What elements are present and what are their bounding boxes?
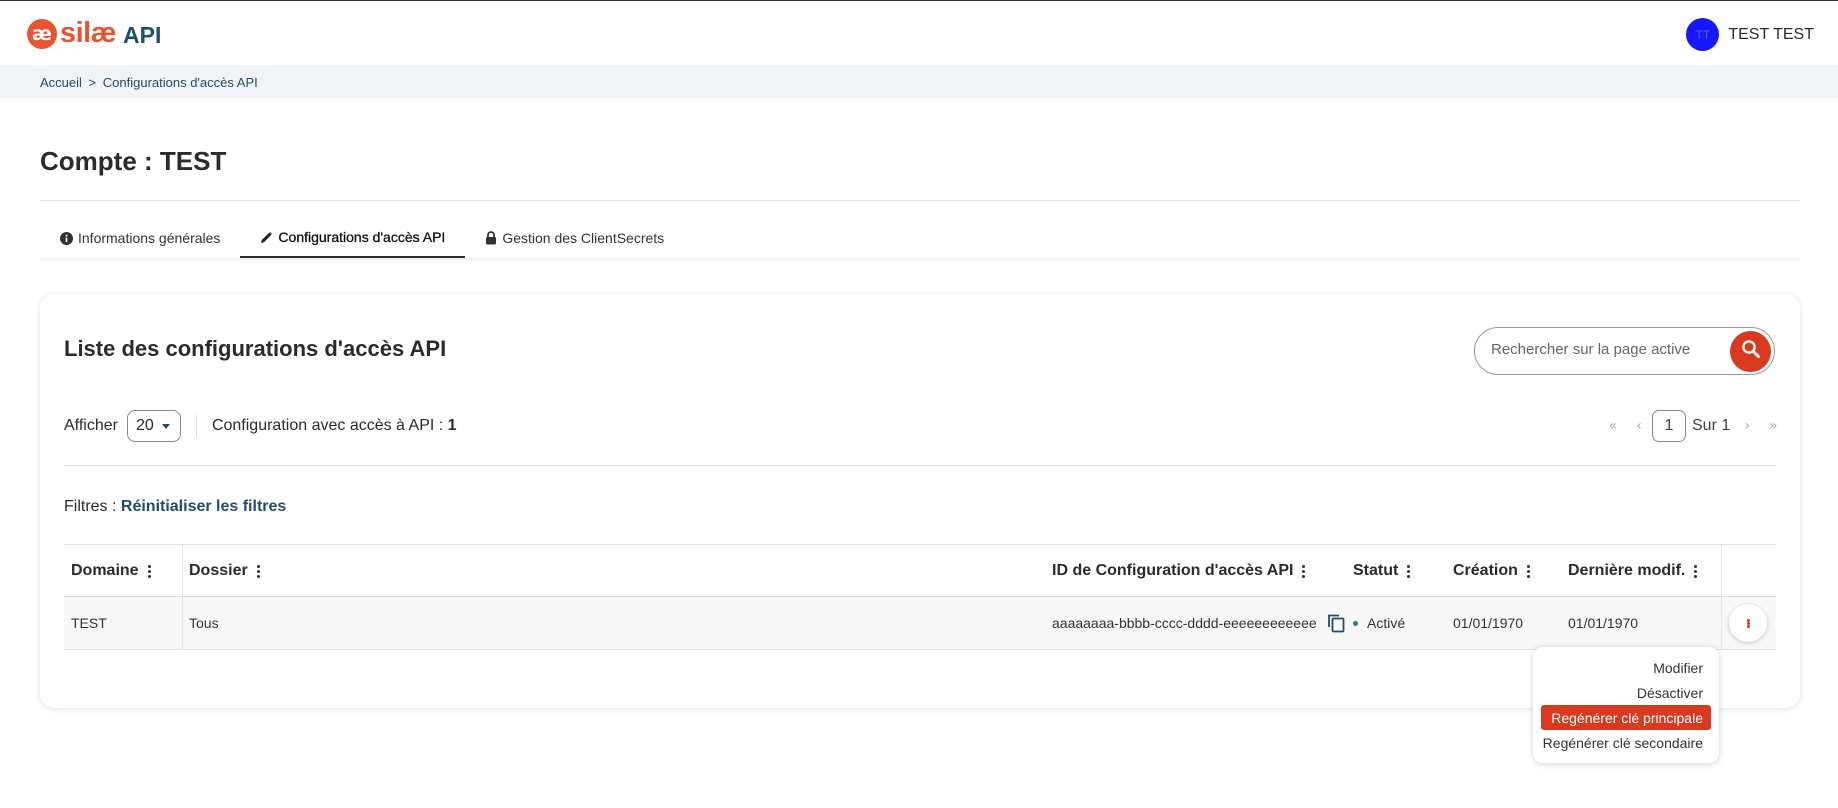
column-header-label: Dernière modif. — [1568, 562, 1686, 579]
config-count-label: Configuration avec accès à API : — [211, 417, 448, 434]
divider — [195, 415, 197, 437]
column-header-config-id[interactable]: ID de Configuration d'accès API — [1052, 545, 1306, 597]
show-label: Afficher — [64, 417, 118, 434]
search-button[interactable] — [1730, 331, 1771, 372]
search-input[interactable] — [1491, 341, 1711, 358]
column-menu-icon[interactable] — [256, 564, 260, 578]
column-header-label: ID de Configuration d'accès API — [1052, 562, 1294, 579]
silae-logo-text: silæ — [60, 17, 117, 49]
cell-derniere-modif: 01/01/1970 — [1568, 615, 1639, 631]
filters-label: Filtres : — [64, 498, 121, 515]
menu-item-desactiver[interactable]: Désactiver — [1541, 680, 1711, 705]
menu-item-modifier[interactable]: Modifier — [1541, 655, 1711, 680]
pencil-icon — [260, 231, 273, 244]
column-header-derniere-modif[interactable]: Dernière modif. — [1568, 545, 1698, 597]
breadcrumb: Accueil > Configurations d'accès API — [40, 75, 258, 90]
cell-statut: Activé — [1353, 597, 1405, 649]
silae-logo[interactable]: æ silæ API — [27, 17, 161, 50]
table-header: Domaine Dossier ID de Configuration d'ac… — [64, 544, 1776, 597]
section-divider — [64, 465, 1776, 466]
silae-logo-mark: æ — [27, 18, 57, 49]
top-navbar: æ silæ API TT TEST TEST — [0, 0, 1838, 65]
user-name[interactable]: TEST TEST — [1728, 26, 1814, 44]
breadcrumb-home-link[interactable]: Accueil — [40, 75, 82, 90]
menu-item-regenerer-cle-secondaire[interactable]: Regénérer clé secondaire — [1541, 730, 1711, 755]
tab-general-info[interactable]: Informations générales — [40, 218, 240, 258]
config-id-value: aaaaaaaa-bbbb-cccc-dddd-eeeeeeeeeeee — [1052, 615, 1317, 631]
reset-filters-link[interactable]: Réinitialiser les filtres — [121, 498, 286, 515]
cell-creation: 01/01/1970 — [1453, 615, 1524, 631]
filters-bar: Filtres : Réinitialiser les filtres — [64, 498, 286, 516]
tab-client-secrets[interactable]: Gestion des ClientSecrets — [465, 218, 684, 258]
table-row[interactable]: TEST Tous aaaaaaaa-bbbb-cccc-dddd-eeeeee… — [64, 597, 1776, 650]
column-header-label: Statut — [1353, 562, 1399, 579]
search-icon — [1741, 339, 1761, 364]
title-divider — [40, 200, 1800, 201]
status-badge: Activé — [1367, 615, 1406, 631]
config-table: Domaine Dossier ID de Configuration d'ac… — [64, 544, 1776, 650]
tab-label: Gestion des ClientSecrets — [502, 230, 665, 246]
api-logo-text: API — [123, 22, 162, 48]
info-circle-icon — [60, 231, 73, 245]
column-menu-icon[interactable] — [1526, 564, 1530, 578]
column-separator[interactable] — [182, 545, 183, 597]
config-count-value: 1 — [447, 417, 457, 434]
pagination: « ‹ 1 Sur 1 › » — [1600, 410, 1786, 442]
user-menu[interactable]: TT TEST TEST — [1686, 18, 1814, 51]
column-header-label: Domaine — [71, 562, 139, 579]
row-actions-button[interactable] — [1729, 604, 1767, 642]
column-header-creation[interactable]: Création — [1453, 545, 1530, 597]
column-menu-icon[interactable] — [1302, 564, 1306, 578]
column-separator — [1721, 597, 1722, 649]
card-title: Liste des configurations d'accès API — [64, 336, 447, 361]
kebab-menu-icon — [1746, 618, 1750, 628]
current-page-input[interactable]: 1 — [1652, 410, 1686, 442]
lock-icon — [485, 231, 497, 245]
column-header-statut[interactable]: Statut — [1353, 545, 1411, 597]
column-header-label: Dossier — [189, 562, 248, 579]
column-header-domaine[interactable]: Domaine — [71, 545, 151, 597]
page-total: Sur 1 — [1692, 417, 1731, 434]
status-active-dot — [1353, 620, 1358, 626]
api-config-list-card: Liste des configurations d'accès API Aff… — [40, 294, 1800, 708]
cell-config-id: aaaaaaaa-bbbb-cccc-dddd-eeeeeeeeeeee — [1052, 597, 1346, 649]
first-page-icon[interactable]: « — [1600, 418, 1626, 434]
avatar[interactable]: TT — [1686, 18, 1720, 51]
column-separator — [182, 597, 183, 649]
breadcrumb-separator: > — [88, 75, 97, 90]
column-header-label: Création — [1453, 562, 1518, 579]
breadcrumb-current-link[interactable]: Configurations d'accès API — [103, 75, 258, 90]
next-page-icon[interactable]: › — [1734, 418, 1760, 434]
page-title: Compte : TEST — [40, 146, 227, 176]
column-menu-icon[interactable] — [147, 564, 151, 578]
breadcrumb-bar: Accueil > Configurations d'accès API — [0, 65, 1838, 98]
tab-bar: Informations générales Configurations d'… — [40, 218, 684, 258]
last-page-icon[interactable]: » — [1760, 418, 1786, 434]
column-header-dossier[interactable]: Dossier — [189, 545, 260, 597]
cell-domaine: TEST — [71, 615, 107, 631]
column-menu-icon[interactable] — [1694, 564, 1698, 578]
search-box — [1474, 327, 1775, 375]
tab-bar-shadow — [40, 258, 1800, 262]
column-separator[interactable] — [1721, 545, 1722, 597]
tab-label: Informations générales — [78, 230, 221, 246]
page-size-select[interactable]: 20 — [126, 410, 181, 442]
caret-down-icon — [161, 423, 170, 429]
page-size-control: Afficher 20 Configuration avec accès à A… — [64, 410, 457, 442]
tab-api-access-configs[interactable]: Configurations d'accès API — [240, 218, 466, 258]
menu-item-regenerer-cle-principale[interactable]: Regénérer clé principale — [1541, 705, 1711, 730]
prev-page-icon[interactable]: ‹ — [1626, 418, 1652, 434]
cell-dossier: Tous — [189, 615, 219, 631]
tab-label: Configurations d'accès API — [278, 229, 446, 245]
page-size-value: 20 — [135, 417, 154, 434]
copy-icon[interactable] — [1326, 613, 1346, 633]
config-count: Configuration avec accès à API : 1 — [212, 417, 457, 435]
column-menu-icon[interactable] — [1407, 564, 1411, 578]
row-actions-menu: Modifier Désactiver Regénérer clé princi… — [1533, 647, 1719, 763]
